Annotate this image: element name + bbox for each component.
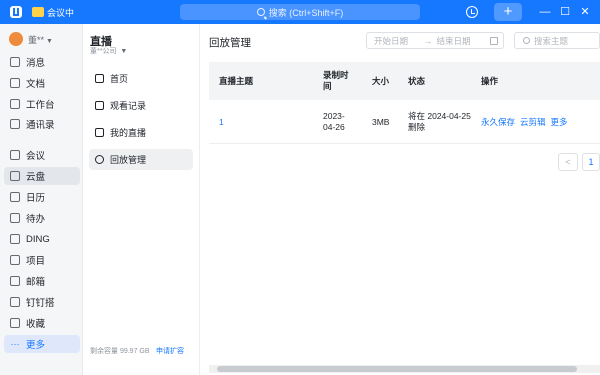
storage-remaining: 剩余容量 99.97 GB — [90, 348, 150, 355]
nav-item-favorites[interactable]: 收藏 — [4, 314, 80, 332]
my-live-icon — [95, 128, 104, 137]
calendar-icon — [490, 37, 498, 45]
nav-item-more[interactable]: ··· 更多 — [4, 335, 80, 353]
favorites-icon — [10, 318, 20, 328]
horizontal-scrollbar[interactable] — [209, 365, 600, 373]
status-cell: 将在 2024-04-25 删除 — [408, 111, 471, 132]
app-builder-icon — [10, 297, 20, 307]
nav-item-docs[interactable]: 文档 — [4, 74, 80, 92]
column-header-status: 状态 — [408, 75, 426, 86]
meeting-label: 会议中 — [47, 7, 75, 18]
chevron-down-icon: ▼ — [46, 38, 53, 45]
meeting-icon — [10, 150, 20, 160]
actions-cell: 永久保存 云剪辑 更多 — [481, 100, 568, 144]
history-icon[interactable] — [466, 6, 478, 18]
nav-item-ding[interactable]: DING — [4, 230, 80, 248]
expand-storage-link[interactable]: 申请扩容 — [156, 346, 184, 356]
more-icon: ··· — [10, 339, 20, 349]
nav-item-workbench[interactable]: 工作台 — [4, 95, 80, 113]
project-icon — [10, 255, 20, 265]
minimize-button[interactable]: — — [538, 4, 552, 20]
column-header-actions: 操作 — [481, 75, 499, 86]
global-search-bar[interactable]: 搜索 (Ctrl+Shift+F) — [180, 4, 420, 20]
cloud-drive-icon — [10, 171, 20, 181]
nav-item-contacts[interactable]: 通讯录 — [4, 115, 80, 133]
topic-search-input[interactable]: 搜索主题 — [514, 32, 600, 49]
meeting-camera-icon — [32, 7, 44, 17]
search-icon — [523, 37, 530, 44]
pagination-page-button[interactable]: 1 — [582, 153, 600, 171]
topic-link[interactable]: 1 — [219, 100, 224, 144]
left-navigation: 董** ▼ 消息 文档 工作台 通讯录 会议 云盘 日历 待办 DING 项目 邮… — [0, 24, 83, 375]
sidebar-item-watch-history[interactable]: 观看记录 — [89, 95, 193, 116]
dingtalk-logo-icon — [10, 6, 22, 18]
table-header: 直播主题 录制时间 大小 状态 操作 — [209, 62, 600, 100]
column-header-topic: 直播主题 — [219, 75, 254, 86]
contacts-icon — [10, 119, 20, 129]
workbench-icon — [10, 99, 20, 109]
calendar-icon — [10, 192, 20, 202]
create-button[interactable]: + — [494, 3, 522, 21]
permanent-save-link[interactable]: 永久保存 — [481, 117, 515, 128]
nav-item-mail[interactable]: 邮箱 — [4, 272, 80, 290]
size-cell: 3MB — [372, 116, 390, 127]
title-bar: 会议中 搜索 (Ctrl+Shift+F) + — ☐ ✕ — [0, 0, 600, 24]
document-icon — [10, 78, 20, 88]
arrow-right-icon: → — [424, 35, 433, 46]
message-icon — [10, 57, 20, 67]
nav-item-project[interactable]: 项目 — [4, 251, 80, 269]
table-row: 1 2023-04-26 3MB 将在 2024-04-25 删除 永久保存 云… — [209, 100, 600, 144]
avatar[interactable] — [9, 32, 23, 46]
replay-icon — [95, 155, 104, 164]
end-date-input[interactable]: 结束日期 — [437, 35, 471, 47]
close-button[interactable]: ✕ — [578, 4, 592, 20]
record-time-cell: 2023-04-26 — [323, 111, 345, 132]
sidebar-item-home[interactable]: 首页 — [89, 68, 193, 89]
mail-icon — [10, 276, 20, 286]
meeting-indicator[interactable]: 会议中 — [32, 5, 74, 19]
sidebar-item-my-live[interactable]: 我的直播 — [89, 122, 193, 143]
maximize-button[interactable]: ☐ — [558, 4, 572, 20]
watch-history-icon — [95, 101, 104, 110]
global-search-placeholder: 搜索 (Ctrl+Shift+F) — [268, 7, 344, 18]
date-range-picker[interactable]: 开始日期 → 结束日期 — [366, 32, 504, 49]
live-sidebar: 直播 董**公司 ▼ 首页 观看记录 我的直播 回放管理 剩余容量 99.97 … — [84, 24, 200, 375]
nav-item-calendar[interactable]: 日历 — [4, 188, 80, 206]
pagination-prev-button[interactable]: < — [558, 153, 578, 171]
nav-item-app-builder[interactable]: 钉钉搭 — [4, 293, 80, 311]
sidebar-item-replay[interactable]: 回放管理 — [89, 149, 193, 170]
start-date-input[interactable]: 开始日期 — [374, 35, 408, 47]
nav-item-meeting[interactable]: 会议 — [4, 146, 80, 164]
todo-icon — [10, 213, 20, 223]
nav-item-messages[interactable]: 消息 — [4, 53, 80, 71]
nav-item-cloud-drive[interactable]: 云盘 — [4, 167, 80, 185]
cloud-edit-link[interactable]: 云剪辑 — [520, 117, 546, 128]
scrollbar-thumb[interactable] — [217, 366, 577, 372]
column-header-size: 大小 — [372, 75, 390, 86]
org-switcher[interactable]: 董**公司 ▼ — [90, 46, 127, 56]
nav-item-todo[interactable]: 待办 — [4, 209, 80, 227]
column-header-record-time: 录制时间 — [323, 70, 349, 91]
ding-icon — [10, 234, 20, 244]
more-actions-link[interactable]: 更多 — [551, 117, 568, 128]
page-title: 回放管理 — [209, 37, 251, 49]
search-icon — [256, 8, 265, 16]
home-icon — [95, 74, 104, 83]
main-content: 回放管理 开始日期 → 结束日期 搜索主题 直播主题 录制时间 大小 状态 操作… — [201, 24, 600, 375]
profile-name[interactable]: 董** ▼ — [28, 33, 53, 46]
chevron-down-icon: ▼ — [118, 48, 128, 55]
